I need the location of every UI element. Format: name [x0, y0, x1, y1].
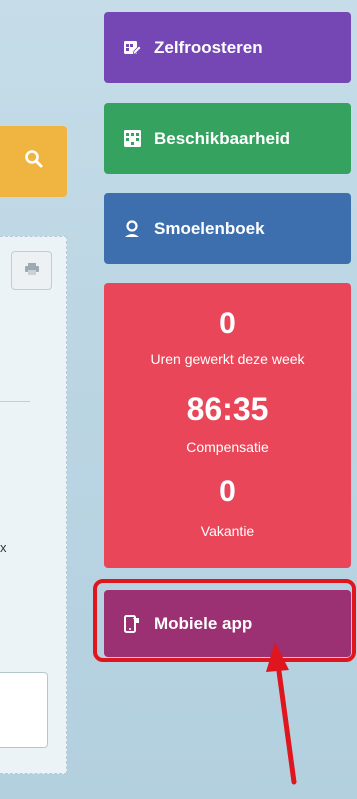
hours-value: 0 [219, 307, 236, 340]
stats-card: 0 Uren gewerkt deze week 86:35 Compensat… [104, 283, 351, 568]
print-button[interactable] [11, 251, 52, 290]
beschikbaarheid-label: Beschikbaarheid [154, 128, 291, 148]
smoelenboek-label: Smoelenboek [154, 218, 265, 238]
calendar-edit-icon [122, 38, 142, 58]
hours-label: Uren gewerkt deze week [150, 351, 305, 367]
vacation-value: 0 [219, 475, 236, 508]
compensation-label: Compensatie [186, 439, 269, 455]
user-icon [122, 219, 142, 239]
grid-calendar-icon [122, 129, 142, 149]
search-icon [24, 149, 44, 174]
truncated-text: x [0, 540, 7, 555]
pointer-arrow-icon [266, 642, 297, 785]
compensation-value: 86:35 [186, 391, 269, 427]
smoelenboek-button[interactable]: Smoelenboek [104, 193, 351, 264]
highlight-annotation [93, 579, 356, 662]
zelfroosteren-label: Zelfroosteren [154, 37, 263, 57]
vacation-label: Vakantie [200, 523, 255, 539]
panel-divider [0, 401, 30, 402]
beschikbaarheid-button[interactable]: Beschikbaarheid [104, 103, 351, 174]
zelfroosteren-button[interactable]: Zelfroosteren [104, 12, 351, 83]
search-button[interactable] [0, 126, 67, 197]
text-input[interactable] [0, 672, 48, 748]
print-icon [24, 262, 39, 280]
